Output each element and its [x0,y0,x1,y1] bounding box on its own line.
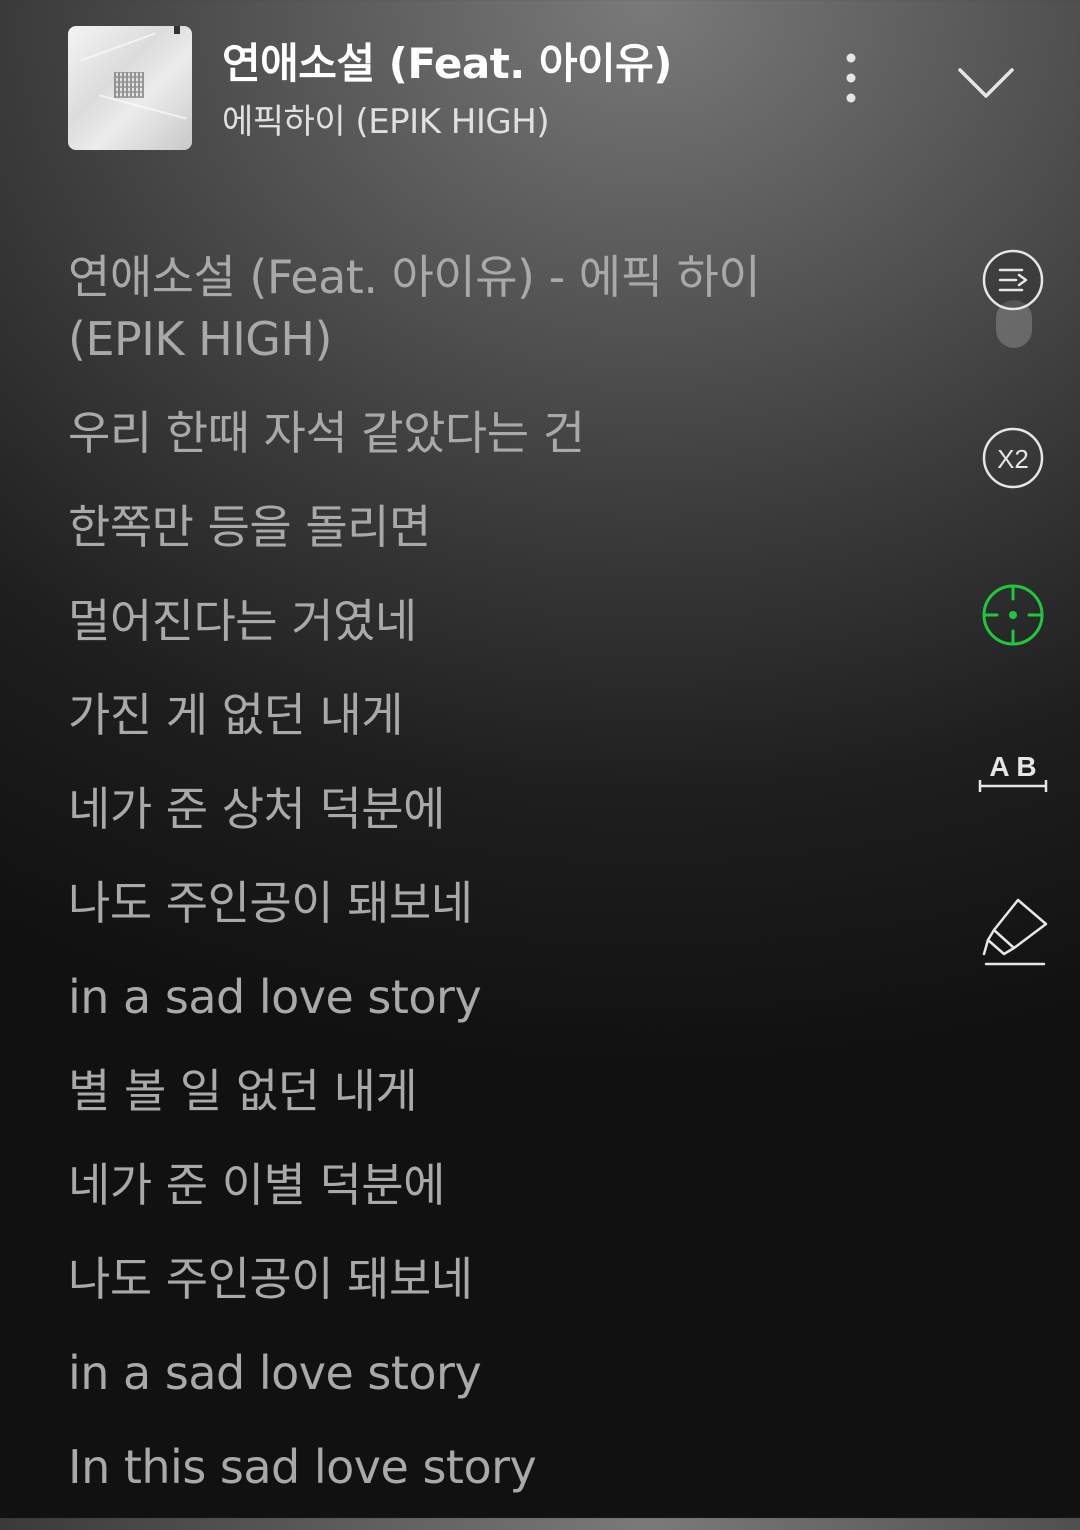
album-art-qr [114,72,144,98]
ab-label: A B [989,751,1036,782]
album-art[interactable] [68,26,192,150]
lyric-line[interactable]: In this sad love story [68,1436,788,1498]
speed-label: X2 [997,444,1029,474]
chevron-down-icon [958,68,1014,98]
highlight-lyrics-button[interactable] [970,892,1056,978]
player-header: 연애소설 (Feat. 아이유) 에픽하이 (EPIK HIGH) [0,0,1080,170]
lyric-line[interactable]: 나도 주인공이 돼보네 [68,1248,788,1310]
lyric-line[interactable]: 한쪽만 등을 돌리면 [68,496,788,558]
lyric-line[interactable]: 가진 게 없던 내게 [68,684,788,746]
more-options-button[interactable] [826,50,876,110]
lyric-line[interactable]: 우리 한때 자석 같았다는 건 [68,402,788,464]
lyric-line[interactable]: 연애소설 (Feat. 아이유) - 에픽 하이 (EPIK HIGH) [68,246,788,370]
lyric-line[interactable]: in a sad love story [68,966,788,1028]
lyric-line[interactable]: 별 볼 일 없던 내게 [68,1060,788,1122]
song-title: 연애소설 (Feat. 아이유) [222,39,672,88]
crosshair-icon [982,584,1044,646]
lyric-line[interactable]: 네가 준 상처 덕분에 [68,778,788,840]
lyric-line[interactable]: 나도 주인공이 돼보네 [68,872,788,934]
lyrics-list[interactable]: 연애소설 (Feat. 아이유) - 에픽 하이 (EPIK HIGH) 우리 … [68,246,788,1530]
highlighter-icon [982,898,1048,966]
auto-scroll-toggle-icon [982,249,1044,311]
lyric-line[interactable]: 멀어진다는 거였네 [68,590,788,652]
speed-x2-icon: X2 [982,427,1044,489]
more-vertical-icon [846,53,856,103]
focus-current-line-button[interactable] [970,575,1056,661]
ab-repeat-icon: A B [978,751,1048,792]
lyrics-side-toolbar: X2 A B [970,240,1060,1000]
collapse-button[interactable] [950,54,1022,110]
auto-scroll-button[interactable] [970,240,1056,326]
lyric-line[interactable]: in a sad love story [68,1342,788,1404]
artist-name[interactable]: 에픽하이 (EPIK HIGH) [222,94,550,143]
album-art-tag [174,26,180,34]
ab-repeat-button[interactable]: A B [970,736,1056,822]
lyric-line[interactable]: 네가 준 이별 덕분에 [68,1154,788,1216]
speed-button[interactable]: X2 [970,418,1056,504]
